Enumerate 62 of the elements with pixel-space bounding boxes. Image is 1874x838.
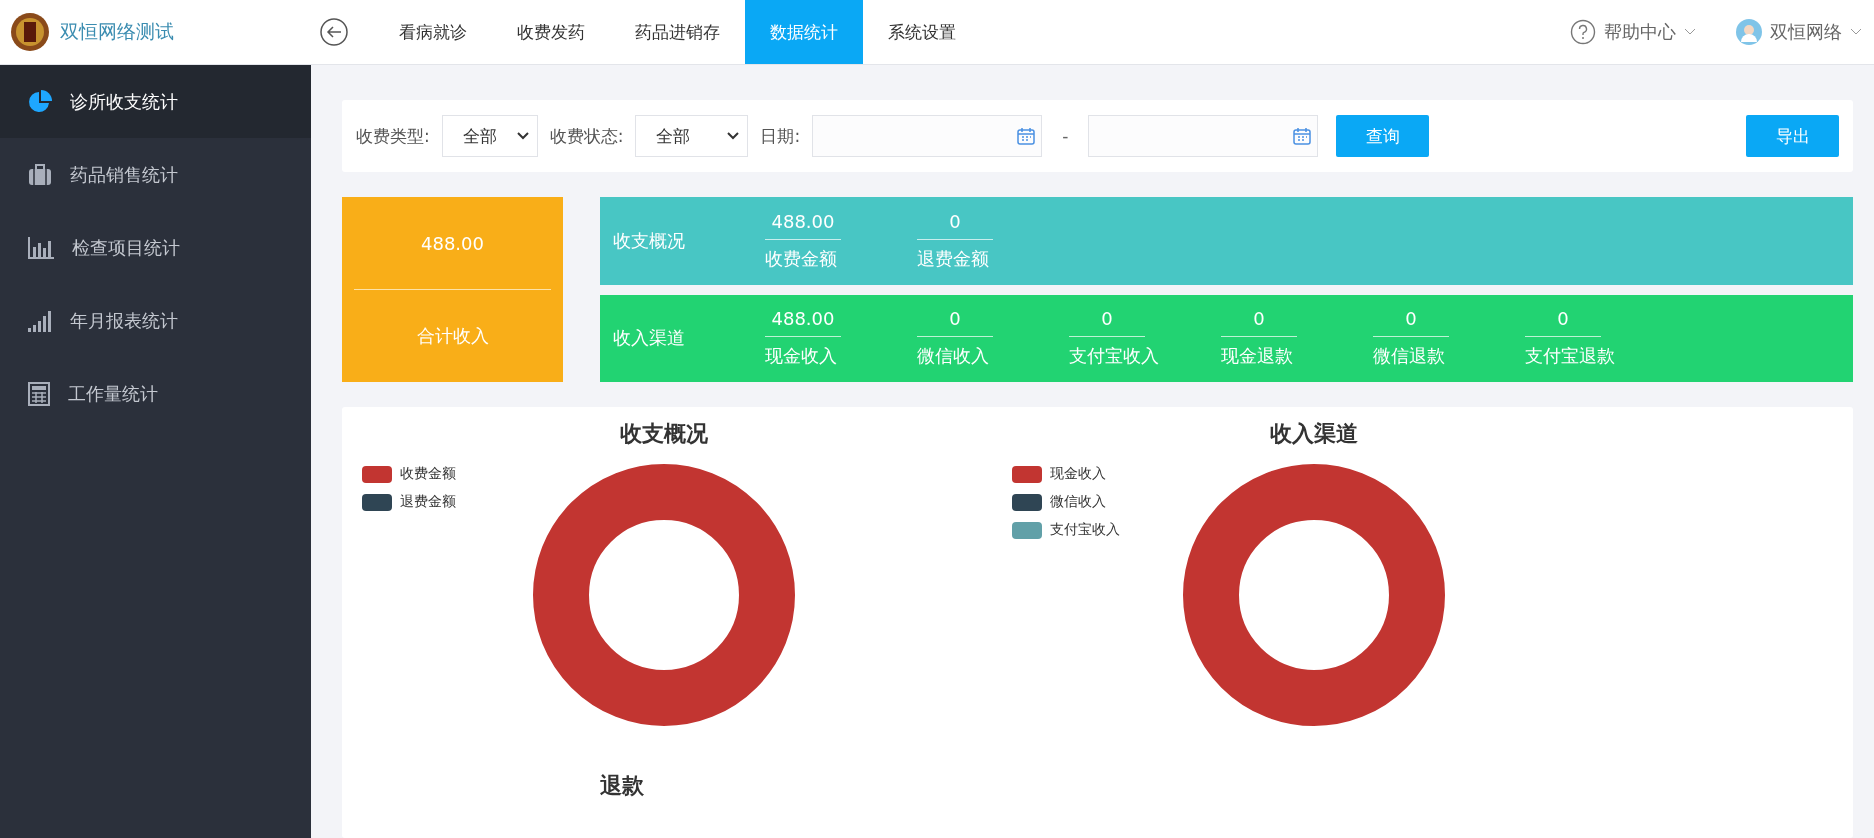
stat-label: 支付宝退款	[1525, 344, 1615, 369]
legend-label: 微信收入	[1050, 493, 1106, 511]
chevron-down-icon	[727, 132, 740, 140]
logo-icon	[10, 12, 50, 52]
sidebar-item[interactable]: 检查项目统计	[0, 211, 311, 284]
fee-status-label: 收费状态:	[549, 124, 624, 148]
stat-value: 0	[917, 301, 993, 338]
avatar-icon	[1736, 19, 1762, 45]
row-title: 收入渠道	[613, 326, 686, 351]
sidebar-item[interactable]: 年月报表统计	[0, 284, 311, 357]
calendar-icon	[1017, 127, 1036, 145]
chevron-down-icon	[1684, 28, 1696, 36]
start-date-field[interactable]	[812, 115, 1043, 157]
fee-type-select[interactable]: 全部	[441, 115, 538, 157]
stat-value: 0	[1373, 301, 1449, 338]
chevron-down-icon	[516, 132, 529, 140]
stat-label: 微信收入	[917, 344, 989, 369]
chevron-down-icon	[1850, 28, 1862, 36]
user-menu[interactable]: 双恒网络	[1736, 19, 1862, 45]
stat-label: 微信退款	[1373, 344, 1445, 369]
pie-chart-icon	[28, 89, 52, 114]
stat-label: 现金收入	[765, 344, 837, 369]
stat-label: 退费金额	[917, 246, 989, 271]
nav-tab[interactable]: 药品进销存	[610, 0, 745, 64]
stat-value: 0	[1069, 301, 1145, 338]
calculator-icon	[28, 381, 50, 406]
sidebar-item[interactable]: 工作量统计	[0, 357, 311, 430]
fee-type-label: 收费类型:	[356, 124, 430, 148]
legend-label: 收费金额	[400, 465, 456, 483]
nav-tab[interactable]: 收费发药	[492, 0, 610, 64]
calendar-icon	[1293, 127, 1312, 145]
app-title: 双恒网络测试	[60, 19, 174, 44]
stat-label: 收费金额	[765, 246, 837, 271]
end-date-field[interactable]	[1088, 115, 1319, 157]
fee-status-select[interactable]: 全部	[635, 115, 749, 157]
stat-label: 支付宝收入	[1069, 344, 1159, 369]
nav-tab[interactable]: 系统设置	[863, 0, 981, 64]
stat-value: 0	[1525, 301, 1601, 338]
row-title: 收支概况	[613, 228, 686, 253]
help-icon	[1570, 19, 1596, 45]
sidebar-item[interactable]: 药品销售统计	[0, 138, 311, 211]
chart-title: 收支概况	[620, 420, 708, 448]
bar-chart-icon	[28, 236, 54, 259]
stat-value: 0	[1221, 301, 1297, 338]
nav-tab[interactable]: 看病就诊	[374, 0, 492, 64]
date-separator: -	[1062, 126, 1069, 146]
stat-label: 现金退款	[1221, 344, 1293, 369]
briefcase-icon	[28, 163, 52, 186]
legend-label: 现金收入	[1050, 465, 1106, 483]
legend-label: 支付宝收入	[1050, 521, 1120, 539]
chart-title: 收入渠道	[1270, 420, 1358, 448]
help-menu[interactable]: 帮助中心	[1570, 19, 1696, 45]
stat-value: 488.00	[765, 301, 841, 338]
signal-bars-icon	[28, 309, 52, 332]
chart-title: 退款	[600, 772, 644, 800]
stat-value: 488.00	[765, 203, 841, 240]
legend-label: 退费金额	[400, 493, 456, 511]
total-value: 488.00	[354, 197, 551, 290]
total-label: 合计收入	[415, 324, 490, 348]
stat-value: 0	[917, 203, 993, 240]
sidebar-item[interactable]: 诊所收支统计	[0, 65, 311, 138]
date-label: 日期:	[760, 124, 801, 148]
